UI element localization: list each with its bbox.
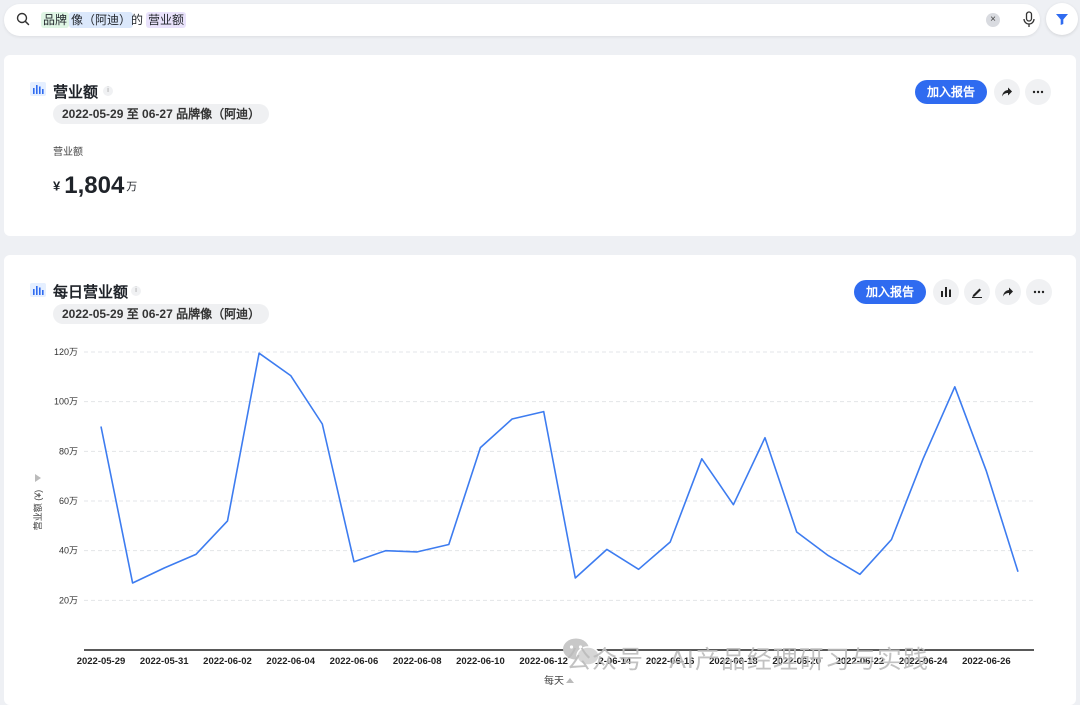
x-tick-label: 2022-06-04	[266, 656, 315, 667]
watermark-text: 公众号 · AI产品经理研习与实践	[566, 646, 929, 674]
x-tick-label: 2022-06-26	[962, 656, 1011, 667]
y-axis-ticks: 20万 40万 60万 80万 100万 120万	[54, 347, 78, 605]
y-axis-sort-icon	[35, 474, 41, 482]
y-axis-label: 营业额 (¥)	[32, 490, 43, 531]
x-tick-label: 2022-05-29	[77, 656, 126, 667]
line-chart: 20万 40万 60万 80万 100万 120万 2022-05-29 2022-05-3…	[32, 347, 1034, 687]
y-tick-label: 40万	[59, 546, 78, 556]
y-tick-label: 100万	[54, 397, 78, 407]
x-tick-label: 2022-06-02	[203, 656, 252, 667]
grid-lines	[84, 351, 1034, 601]
x-tick-label: 2022-06-10	[456, 656, 505, 667]
y-tick-label: 120万	[54, 347, 78, 357]
x-axis-label: 每天	[544, 674, 564, 687]
y-tick-label: 80万	[59, 446, 78, 456]
x-tick-label: 2022-05-31	[140, 656, 189, 667]
series-line	[100, 352, 1019, 584]
x-axis-sort-icon	[566, 678, 574, 683]
y-tick-label: 60万	[59, 496, 78, 506]
x-tick-label: 2022-06-06	[330, 656, 379, 667]
x-tick-label: 2022-06-08	[393, 656, 442, 667]
y-tick-label: 20万	[59, 595, 78, 605]
